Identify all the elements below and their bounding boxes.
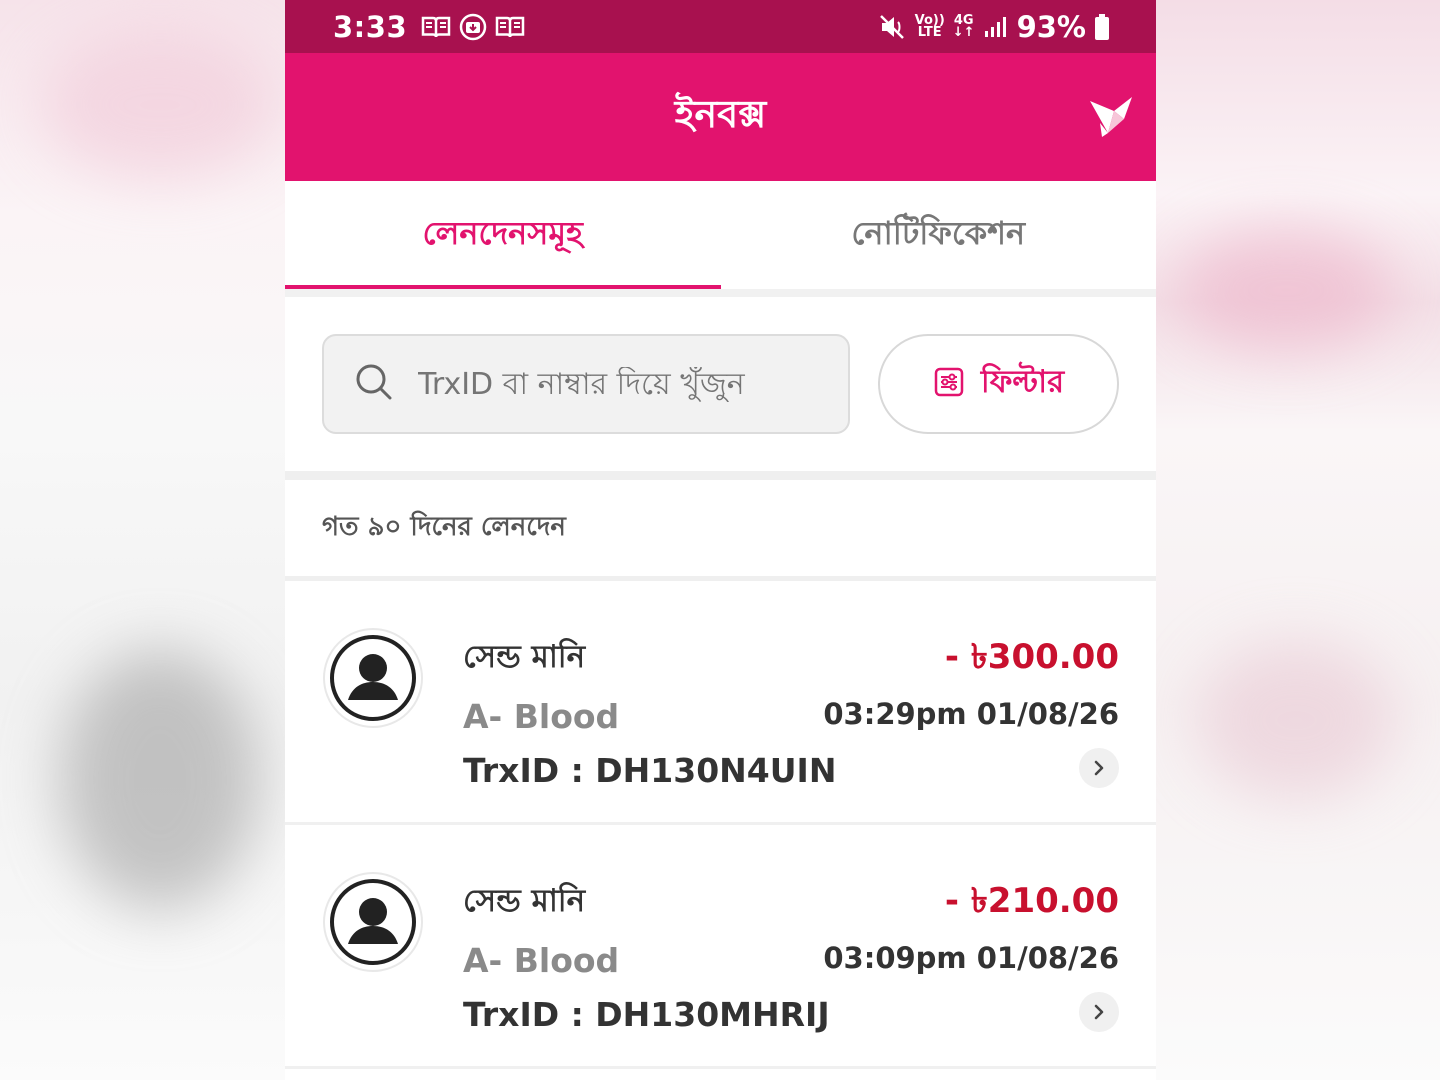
transaction-type: সেন্ড মানি [463, 639, 586, 675]
search-input[interactable] [418, 366, 818, 402]
tab-notifications[interactable]: নোটিফিকেশন [721, 181, 1157, 289]
status-time: 3:33 [333, 9, 408, 44]
phone-screen: 3:33 Vo)) LTE 4G ↓↑ 93% ইনবক্স লেনদেনসমূ… [285, 0, 1156, 1080]
signal-icon [983, 15, 1009, 39]
transaction-time: 03:29pm 01/08/26 [823, 697, 1119, 731]
avatar [323, 628, 423, 728]
divider [285, 289, 1156, 297]
book-icon [421, 15, 451, 39]
recipient-name: A- Blood [463, 697, 620, 736]
filter-label: ফিল্টার [980, 364, 1065, 400]
tab-label: লেনদেনসমূহ [422, 214, 583, 252]
search-box[interactable] [322, 334, 850, 434]
network-type: 4G ↓↑ [952, 12, 975, 40]
mute-icon [879, 14, 907, 40]
transaction-row[interactable]: সেন্ড মানি A- Blood TrxID : DH130N4UIN -… [285, 581, 1156, 825]
battery-percent: 93% [1016, 9, 1086, 44]
transaction-id: TrxID : DH130MHRIJ [463, 995, 830, 1034]
background-left [0, 0, 285, 1080]
tab-transactions[interactable]: লেনদেনসমূহ [285, 181, 721, 289]
search-row: ফিল্টার [285, 297, 1156, 471]
search-icon [354, 362, 394, 406]
volte-indicator: Vo)) LTE [914, 12, 945, 40]
tab-bar: লেনদেনসমূহ নোটিফিকেশন [285, 181, 1156, 289]
transaction-type: সেন্ড মানি [463, 883, 586, 919]
status-bar: 3:33 Vo)) LTE 4G ↓↑ 93% [285, 0, 1156, 53]
transaction-row[interactable]: সেন্ড মানি A- Blood TrxID : DH130MHRIJ -… [285, 825, 1156, 1069]
tab-label: নোটিফিকেশন [851, 214, 1026, 252]
book-icon [495, 15, 525, 39]
battery-icon [1094, 13, 1110, 41]
filter-button[interactable]: ফিল্টার [878, 334, 1119, 434]
transaction-amount: - ৳300.00 [944, 637, 1119, 677]
transaction-amount: - ৳210.00 [944, 881, 1119, 921]
background-right [1156, 0, 1440, 1080]
user-avatar-icon [330, 635, 416, 721]
recipient-name: A- Blood [463, 941, 620, 980]
transaction-time: 03:09pm 01/08/26 [823, 941, 1119, 975]
download-badge-icon [459, 13, 487, 41]
avatar [323, 872, 423, 972]
chevron-right-icon[interactable] [1079, 748, 1119, 788]
app-bar: ইনবক্স [285, 53, 1156, 181]
user-avatar-icon [330, 879, 416, 965]
chevron-right-icon[interactable] [1079, 992, 1119, 1032]
filter-icon [933, 366, 965, 402]
page-title: ইনবক্স [674, 92, 767, 136]
section-title: গত ৯০ দিনের লেনদেন [285, 480, 1156, 576]
transaction-id: TrxID : DH130N4UIN [463, 751, 837, 790]
bkash-bird-icon[interactable] [1088, 93, 1134, 143]
divider [285, 471, 1156, 480]
